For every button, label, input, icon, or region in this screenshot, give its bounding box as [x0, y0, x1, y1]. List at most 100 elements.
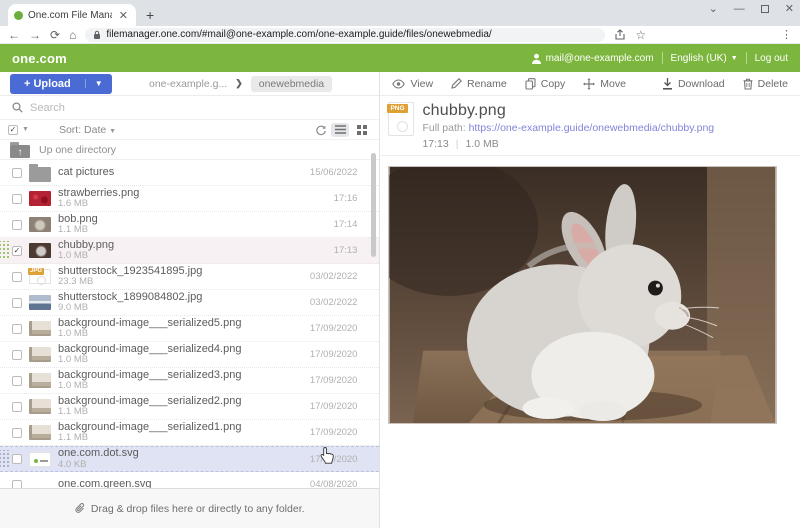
- forward-icon[interactable]: →: [29, 29, 41, 41]
- chrome-menu-icon[interactable]: ⋮: [781, 28, 792, 41]
- copy-button[interactable]: Copy: [525, 78, 565, 90]
- file-name: one.com.green.svg: [58, 478, 152, 488]
- file-size: 1.1 MB: [58, 432, 89, 444]
- chevron-right-icon: ❯: [235, 78, 243, 88]
- list-view-icon[interactable]: [331, 122, 350, 137]
- breadcrumb-current[interactable]: onewebmedia: [250, 75, 333, 92]
- logout-button[interactable]: Log out: [755, 53, 788, 64]
- account-menu[interactable]: mail@one-example.com: [531, 53, 654, 64]
- row-checkbox[interactable]: [12, 297, 22, 308]
- minimize-icon[interactable]: —: [734, 3, 745, 15]
- row-checkbox[interactable]: [12, 375, 22, 386]
- file-row[interactable]: background-image___serialized4.png 1.0 MB…: [0, 342, 380, 368]
- file-thumbnail-icon: [29, 347, 51, 362]
- share-icon[interactable]: [614, 28, 626, 41]
- scrollbar-thumb[interactable]: [371, 153, 377, 257]
- maximize-icon[interactable]: [760, 4, 769, 13]
- window-menu-icon[interactable]: ⌄: [709, 2, 718, 15]
- row-checkbox[interactable]: [12, 167, 22, 178]
- file-size: 23.3 MB: [58, 276, 94, 288]
- row-checkbox[interactable]: [12, 219, 22, 230]
- breadcrumb: one-example.g... ❯ onewebmedia: [149, 75, 333, 92]
- dropzone-text: Drag & drop files here or directly to an…: [90, 502, 305, 515]
- file-type-badge: JPG: [28, 268, 45, 275]
- browser-tab[interactable]: One.com File Manager ✕: [8, 4, 136, 26]
- file-row[interactable]: background-image___serialized2.png 1.1 MB…: [0, 394, 380, 420]
- upload-button[interactable]: + Upload ▼: [10, 73, 112, 94]
- row-checkbox[interactable]: [12, 479, 22, 488]
- file-thumbnail-icon: [29, 243, 51, 258]
- row-checkbox[interactable]: [12, 349, 22, 360]
- paperclip-icon: [75, 503, 84, 513]
- back-icon[interactable]: ←: [8, 29, 20, 41]
- drag-handle[interactable]: [0, 450, 10, 468]
- file-name: background-image___serialized1.png: [58, 420, 242, 433]
- row-checkbox[interactable]: [12, 323, 22, 334]
- user-icon: [531, 53, 541, 64]
- drag-handle: [0, 316, 10, 341]
- file-row[interactable]: background-image___serialized3.png 1.0 MB…: [0, 368, 380, 394]
- search-input[interactable]: [30, 101, 368, 114]
- drag-handle: [0, 394, 10, 419]
- file-row[interactable]: strawberries.png 1.6 MB 17:16: [0, 186, 380, 212]
- drag-handle: [0, 212, 10, 237]
- drag-handle: [0, 264, 10, 289]
- rename-button[interactable]: Rename: [451, 78, 507, 90]
- file-row[interactable]: one.com.green.svg 04/08/2020: [0, 472, 379, 488]
- new-tab-button[interactable]: +: [146, 7, 154, 26]
- file-row[interactable]: one.com.dot.svg 4.0 KB 17/09/2020: [0, 446, 380, 472]
- upload-dropdown-icon[interactable]: ▼: [84, 79, 112, 88]
- close-icon[interactable]: ✕: [785, 2, 794, 15]
- home-icon[interactable]: ⌂: [69, 29, 76, 41]
- file-thumbnail-icon: [29, 373, 51, 388]
- detail-time: 17:13: [422, 138, 449, 150]
- up-directory-row[interactable]: Up one directory: [0, 140, 380, 160]
- breadcrumb-parent[interactable]: one-example.g...: [149, 78, 227, 90]
- row-checkbox[interactable]: [12, 401, 22, 412]
- file-thumbnail-icon: JPG: [28, 268, 51, 285]
- row-checkbox[interactable]: [12, 193, 22, 204]
- pencil-icon: [451, 78, 463, 89]
- row-checkbox[interactable]: [12, 271, 22, 282]
- eye-icon: [392, 78, 406, 89]
- view-button[interactable]: View: [392, 78, 433, 90]
- url-bar[interactable]: filemanager.one.com/#mail@one-example.co…: [85, 27, 606, 42]
- file-row[interactable]: bob.png 1.1 MB 17:14: [0, 212, 380, 238]
- drag-handle: [0, 160, 10, 185]
- download-button[interactable]: Download: [662, 77, 725, 90]
- select-dropdown-icon[interactable]: ▼: [22, 126, 29, 133]
- file-row[interactable]: ✓ chubby.png 1.0 MB 17:13: [0, 238, 380, 264]
- file-row[interactable]: cat pictures 15/06/2022: [0, 160, 380, 186]
- refresh-icon[interactable]: [315, 124, 327, 136]
- tab-close-icon[interactable]: ✕: [117, 9, 130, 22]
- file-date: 04/08/2020: [309, 479, 358, 488]
- url-text: filemanager.one.com/#mail@one-example.co…: [106, 29, 492, 40]
- select-all-checkbox[interactable]: ✓: [8, 124, 18, 135]
- file-row[interactable]: background-image___serialized1.png 1.1 MB…: [0, 420, 380, 446]
- drag-handle[interactable]: [0, 241, 10, 260]
- grid-view-icon[interactable]: [353, 123, 371, 137]
- full-path-link[interactable]: https://one-example.guide/onewebmedia/ch…: [469, 122, 715, 134]
- file-row[interactable]: background-image___serialized5.png 1.0 MB…: [0, 316, 380, 342]
- delete-button[interactable]: Delete: [743, 78, 788, 90]
- file-thumbnail-icon: [29, 399, 51, 414]
- file-name: background-image___serialized3.png: [58, 368, 242, 381]
- search-bar[interactable]: [0, 96, 380, 120]
- row-checkbox[interactable]: ✓: [12, 245, 22, 256]
- move-icon: [583, 77, 596, 90]
- list-controls: ✓ ▼ Sort: Date ▼: [0, 120, 380, 140]
- row-checkbox[interactable]: [12, 427, 22, 438]
- trash-icon: [743, 78, 753, 90]
- app-header: one.com mail@one-example.com English (UK…: [0, 44, 800, 72]
- dropzone[interactable]: Drag & drop files here or directly to an…: [0, 488, 380, 528]
- move-button[interactable]: Move: [583, 77, 626, 90]
- row-checkbox[interactable]: [12, 454, 22, 464]
- file-row[interactable]: JPG shutterstock_1923541895.jpg 23.3 MB 03/…: [0, 264, 380, 290]
- sort-selector[interactable]: Sort: Date ▼: [59, 124, 116, 136]
- bookmark-star-icon[interactable]: ☆: [635, 29, 646, 41]
- file-date: 17/09/2020: [309, 427, 358, 438]
- file-row[interactable]: shutterstock_1899084802.jpg 9.0 MB 03/02/2…: [0, 290, 380, 316]
- language-selector[interactable]: English (UK) ▼: [671, 53, 738, 64]
- reload-icon[interactable]: ⟳: [50, 29, 60, 41]
- file-name: shutterstock_1899084802.jpg: [58, 290, 203, 303]
